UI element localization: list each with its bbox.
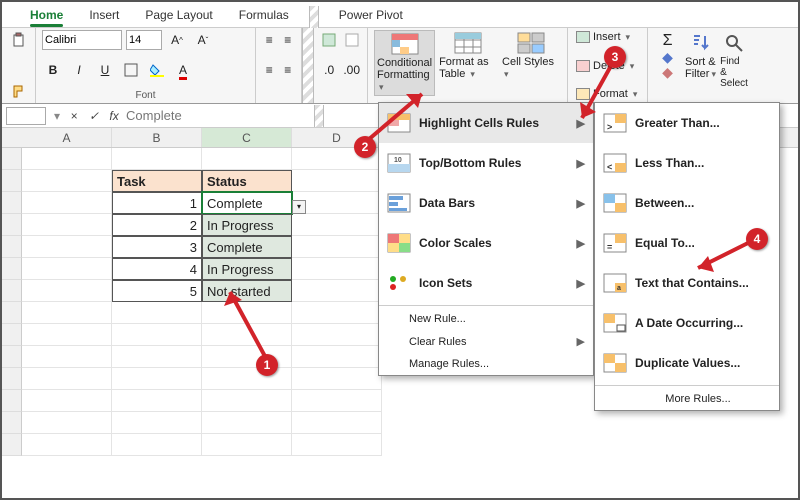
font-color-button[interactable]: A [172, 60, 194, 80]
arrow-2 [362, 86, 442, 146]
cell-B-1[interactable]: 1 [112, 192, 202, 214]
menu-new-rule[interactable]: New Rule... [379, 308, 593, 330]
header-status[interactable]: Status [202, 170, 292, 192]
font-group-label: Font [42, 90, 249, 101]
select-all-corner[interactable] [2, 128, 22, 147]
fill-color-button[interactable] [146, 60, 168, 80]
ribbon-tabs: Home Insert Page Layout Formulas Power P… [2, 2, 798, 28]
cell-B-5[interactable]: 5 [112, 280, 202, 302]
tab-insert[interactable]: Insert [79, 6, 129, 27]
underline-button[interactable]: U [94, 60, 116, 80]
decrease-decimal-button[interactable]: .0 [320, 60, 338, 80]
percent-button[interactable] [320, 30, 339, 50]
arrow-3 [574, 60, 624, 130]
tab-page-layout[interactable]: Page Layout [135, 6, 222, 27]
font-group: A^ Aˇ B I U A Font [36, 28, 256, 103]
find-select-button[interactable]: Find & Select [720, 30, 748, 91]
borders-button[interactable] [120, 60, 142, 80]
cell-styles-button[interactable]: Cell Styles [500, 30, 561, 82]
tab-power-pivot[interactable]: Power Pivot [329, 6, 413, 27]
paste-button[interactable] [8, 30, 30, 50]
zigzag-break-icon [309, 6, 319, 28]
increase-decimal-button[interactable]: .00 [342, 60, 361, 80]
callout-4: 4 [746, 228, 768, 250]
align-middle-button[interactable]: ≡ [281, 30, 296, 50]
format-painter-button[interactable] [8, 81, 30, 101]
svg-text:a: a [617, 285, 621, 292]
formula-input[interactable] [124, 107, 304, 125]
decrease-font-button[interactable]: Aˇ [192, 30, 214, 50]
svg-text:<: < [607, 162, 612, 172]
cell-C-4[interactable]: In Progress [202, 258, 292, 280]
editing-group: Σ◆◆ Sort & Filter Find & Select [648, 28, 754, 103]
zigzag-break-icon [314, 105, 324, 127]
number-group: .0 .00 [314, 28, 368, 103]
cell-styles-label: Cell Styles [502, 56, 554, 68]
enter-icon[interactable]: ✓ [84, 109, 104, 123]
menu-date-occurring[interactable]: A Date Occurring... [595, 303, 779, 343]
menu-less-than[interactable]: < Less Than... [595, 143, 779, 183]
cell-B-3[interactable]: 3 [112, 236, 202, 258]
sort-filter-button[interactable]: Sort & Filter [683, 30, 718, 82]
autosum-button[interactable]: Σ◆◆ [654, 30, 681, 82]
cell-C-1[interactable]: Complete [202, 192, 292, 214]
svg-text:10: 10 [394, 157, 402, 164]
fx-icon[interactable]: fx [104, 109, 124, 123]
callout-1: 1 [256, 354, 278, 376]
callout-2: 2 [354, 136, 376, 158]
cell-C-3[interactable]: Complete [202, 236, 292, 258]
comma-button[interactable] [343, 30, 362, 50]
menu-between[interactable]: Between... [595, 183, 779, 223]
cell-B-2[interactable]: 2 [112, 214, 202, 236]
conditional-formatting-label: Conditional Formatting [377, 57, 432, 81]
menu-more-rules[interactable]: More Rules... [595, 388, 779, 410]
col-C[interactable]: C [202, 128, 292, 147]
alignment-group: ≡ ≡ ≡ ≡ [256, 28, 302, 103]
menu-data-bars[interactable]: Data Bars▶ [379, 183, 593, 223]
insert-cells-button[interactable]: Insert [574, 30, 641, 44]
italic-button[interactable]: I [68, 60, 90, 80]
cell-B-4[interactable]: 4 [112, 258, 202, 280]
menu-clear-rules[interactable]: Clear Rules▶ [379, 330, 593, 353]
menu-duplicate-values[interactable]: Duplicate Values... [595, 343, 779, 383]
menu-manage-rules[interactable]: Manage Rules... [379, 353, 593, 375]
bold-button[interactable]: B [42, 60, 64, 80]
menu-icon-sets[interactable]: Icon Sets▶ [379, 263, 593, 303]
tab-home[interactable]: Home [20, 6, 73, 27]
format-as-table-button[interactable]: Format as Table [437, 30, 498, 82]
data-validation-dropdown-icon[interactable]: ▾ [292, 200, 306, 214]
callout-3: 3 [604, 46, 626, 68]
name-box[interactable] [6, 107, 46, 125]
tab-formulas[interactable]: Formulas [229, 6, 299, 27]
zigzag-break-icon [302, 28, 314, 103]
align-center-button[interactable]: ≡ [281, 60, 296, 80]
increase-font-button[interactable]: A^ [166, 30, 188, 50]
header-task[interactable]: Task [112, 170, 202, 192]
align-left-button[interactable]: ≡ [262, 60, 277, 80]
align-top-button[interactable]: ≡ [262, 30, 277, 50]
cell-C-2[interactable]: In Progress [202, 214, 292, 236]
clipboard-group [2, 28, 36, 103]
cancel-icon[interactable]: × [64, 109, 84, 123]
font-name-combo[interactable] [42, 30, 122, 50]
menu-top-bottom-rules[interactable]: 10 Top/Bottom Rules▶ [379, 143, 593, 183]
menu-color-scales[interactable]: Color Scales▶ [379, 223, 593, 263]
font-size-combo[interactable] [126, 30, 162, 50]
col-A[interactable]: A [22, 128, 112, 147]
svg-text:=: = [607, 242, 612, 252]
col-B[interactable]: B [112, 128, 202, 147]
format-as-table-label: Format as Table [439, 56, 489, 80]
